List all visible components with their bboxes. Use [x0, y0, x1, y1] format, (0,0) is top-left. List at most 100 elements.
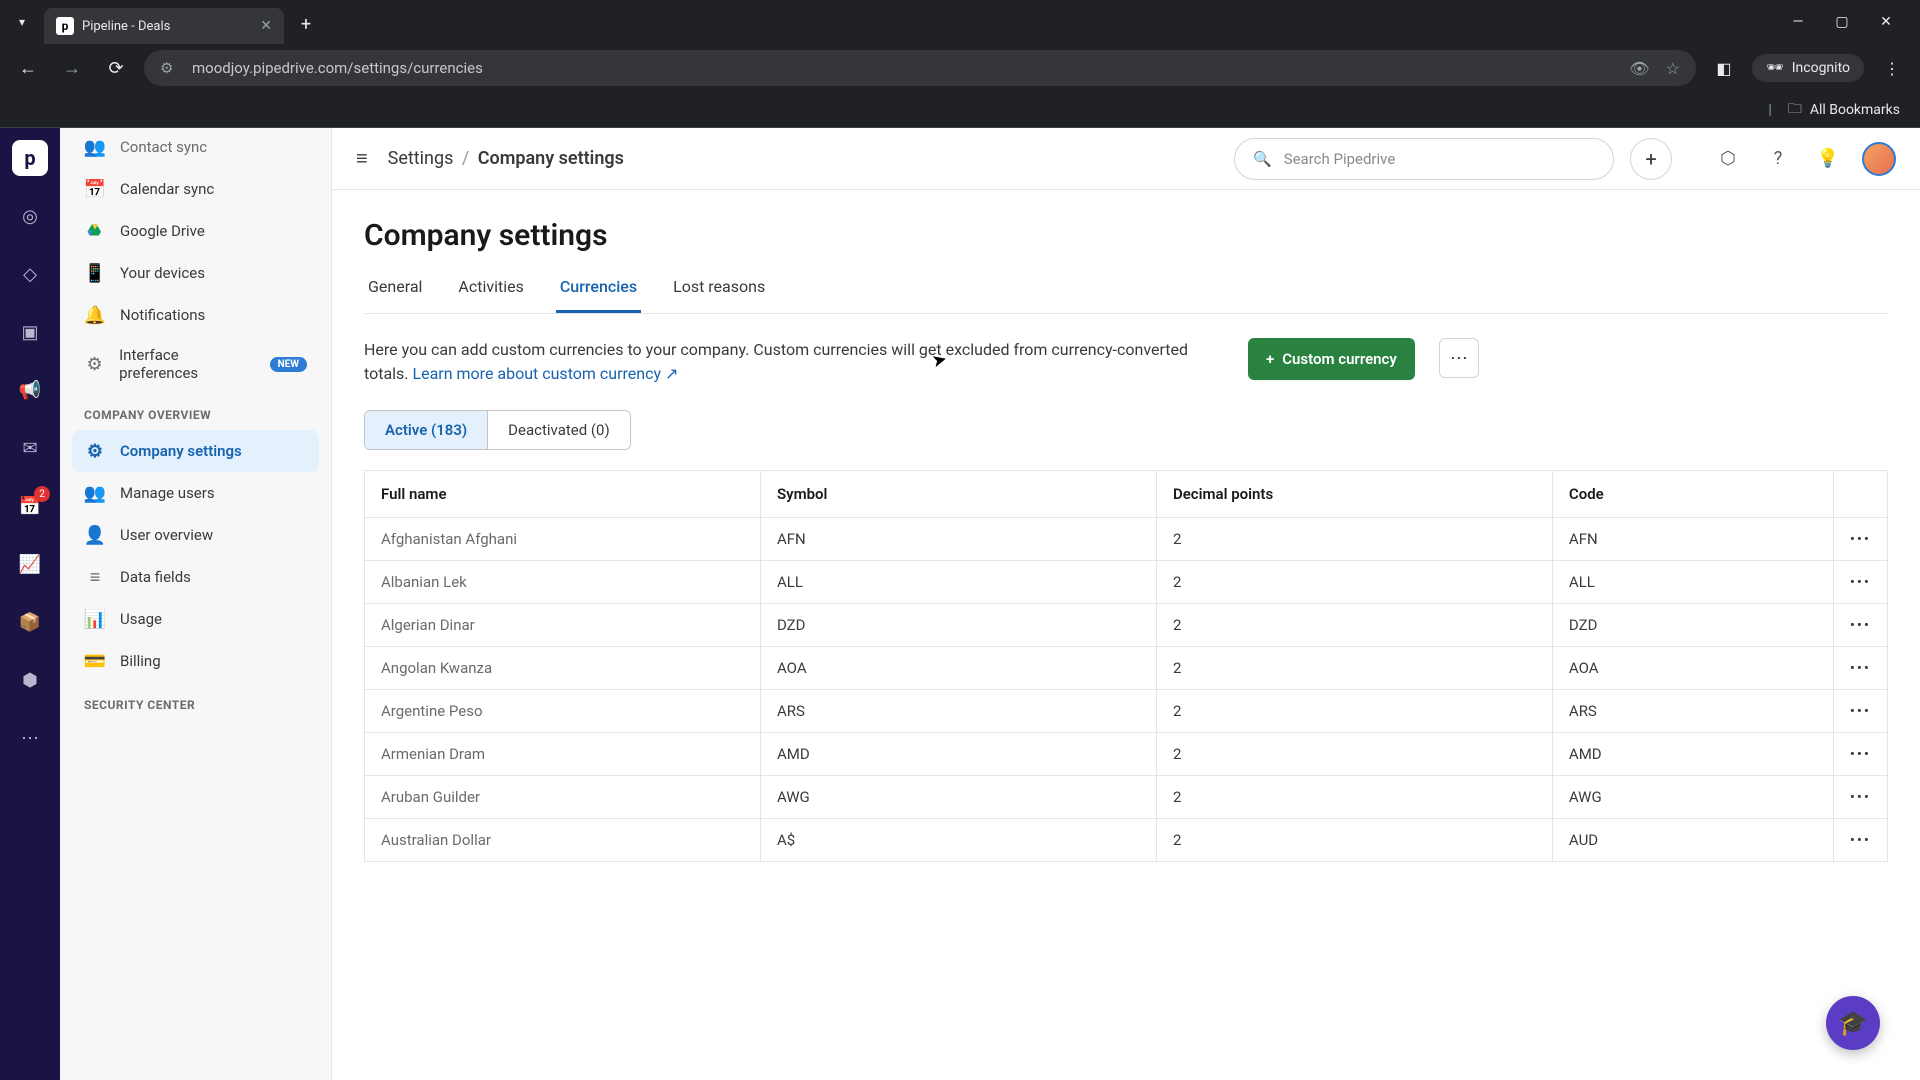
rail-activities-icon[interactable]: 📅2 — [12, 488, 48, 524]
reload-button[interactable]: ⟳ — [100, 52, 132, 84]
cell-decimals: 2 — [1156, 518, 1552, 561]
sidebar-item[interactable]: 👥Contact sync — [72, 136, 319, 168]
table-row[interactable]: Aruban GuilderAWG2AWG••• — [365, 776, 1888, 819]
more-options-button[interactable]: ⋯ — [1439, 338, 1479, 378]
table-row[interactable]: Argentine PesoARS2ARS••• — [365, 690, 1888, 733]
row-actions-button[interactable]: ••• — [1833, 604, 1887, 647]
minimize-button[interactable]: — — [1788, 14, 1808, 30]
academy-fab[interactable]: 🎓 — [1826, 996, 1880, 1050]
close-window-button[interactable]: ✕ — [1876, 14, 1896, 30]
tab-activities[interactable]: Activities — [454, 277, 527, 313]
site-settings-icon[interactable]: ⚙ — [160, 59, 180, 77]
forward-button[interactable]: → — [56, 52, 88, 84]
sidebar-item[interactable]: 📱Your devices — [72, 252, 319, 294]
nav-rail: p ◎ ◇ ▣ 📢 ✉ 📅2 📈 📦 ⬢ ⋯ — [0, 128, 60, 1080]
col-symbol[interactable]: Symbol — [760, 471, 1156, 518]
help-icon[interactable]: ? — [1762, 143, 1794, 175]
currencies-table: Full name Symbol Decimal points Code Afg… — [364, 470, 1888, 862]
incognito-indicator[interactable]: 🕶 Incognito — [1752, 54, 1864, 82]
tab-close-icon[interactable]: ✕ — [260, 18, 272, 34]
side-panel-button[interactable]: ◧ — [1708, 52, 1740, 84]
row-actions-button[interactable]: ••• — [1833, 561, 1887, 604]
settings-tabs: General Activities Currencies Lost reasons — [364, 277, 1888, 314]
row-actions-button[interactable]: ••• — [1833, 733, 1887, 776]
table-row[interactable]: Armenian DramAMD2AMD••• — [365, 733, 1888, 776]
cell-name: Afghanistan Afghani — [365, 518, 761, 561]
table-row[interactable]: Australian DollarA$2AUD••• — [365, 819, 1888, 862]
sidebar-item[interactable]: 💳Billing — [72, 640, 319, 682]
rail-more-icon[interactable]: ⋯ — [12, 720, 48, 756]
cell-decimals: 2 — [1156, 776, 1552, 819]
user-avatar[interactable] — [1862, 142, 1896, 176]
table-row[interactable]: Algerian DinarDZD2DZD••• — [365, 604, 1888, 647]
sidebar-item-icon: 👤 — [84, 524, 106, 546]
table-row[interactable]: Afghanistan AfghaniAFN2AFN••• — [365, 518, 1888, 561]
row-actions-button[interactable]: ••• — [1833, 647, 1887, 690]
settings-sidebar: 👥Contact sync📅Calendar syncGoogle Drive📱… — [60, 128, 332, 1080]
row-actions-button[interactable]: ••• — [1833, 776, 1887, 819]
learn-more-link[interactable]: Learn more about custom currency — [412, 364, 678, 383]
row-actions-button[interactable]: ••• — [1833, 518, 1887, 561]
rail-projects-icon[interactable]: ▣ — [12, 314, 48, 350]
sidebar-item[interactable]: 🔔Notifications — [72, 294, 319, 336]
browser-chrome: ▾ p Pipeline - Deals ✕ + — ▢ ✕ ← → ⟳ ⚙ m… — [0, 0, 1920, 128]
sidebar-item-label: User overview — [120, 526, 213, 544]
cell-code: AFN — [1552, 518, 1833, 561]
quick-add-button[interactable]: + — [1630, 138, 1672, 180]
sidebar-item-icon: 👥 — [84, 136, 106, 158]
seg-deactivated[interactable]: Deactivated (0) — [487, 411, 630, 449]
new-tab-button[interactable]: + — [292, 10, 320, 38]
sidebar-item[interactable]: ≡Data fields — [72, 556, 319, 598]
sidebar-item[interactable]: 📅Calendar sync — [72, 168, 319, 210]
back-button[interactable]: ← — [12, 52, 44, 84]
sidebar-item[interactable]: 📊Usage — [72, 598, 319, 640]
maximize-button[interactable]: ▢ — [1832, 14, 1852, 30]
table-row[interactable]: Angolan KwanzaAOA2AOA••• — [365, 647, 1888, 690]
table-row[interactable]: Albanian LekALL2ALL••• — [365, 561, 1888, 604]
collapse-sidebar-button[interactable]: ≡ — [356, 146, 368, 171]
cell-code: DZD — [1552, 604, 1833, 647]
tab-lost-reasons[interactable]: Lost reasons — [669, 277, 769, 313]
tab-bar: ▾ p Pipeline - Deals ✕ + — ▢ ✕ — [0, 0, 1920, 44]
rail-leads-icon[interactable]: ◎ — [12, 198, 48, 234]
extensions-icon[interactable]: ⬡ — [1712, 143, 1744, 175]
sidebar-item-icon: 📱 — [84, 262, 106, 284]
sidebar-section-overview: COMPANY OVERVIEW — [72, 392, 319, 430]
app-logo[interactable]: p — [12, 140, 48, 176]
col-code[interactable]: Code — [1552, 471, 1833, 518]
rail-campaigns-icon[interactable]: 📢 — [12, 372, 48, 408]
seg-active[interactable]: Active (183) — [365, 411, 487, 449]
sidebar-item-label: Data fields — [120, 568, 191, 586]
sidebar-item[interactable]: ⚙Company settings — [72, 430, 319, 472]
tab-general[interactable]: General — [364, 277, 426, 313]
breadcrumb-root[interactable]: Settings — [388, 148, 454, 169]
col-decimal-points[interactable]: Decimal points — [1156, 471, 1552, 518]
sidebar-item[interactable]: 👤 User overview — [72, 514, 319, 556]
custom-currency-button[interactable]: + Custom currency — [1248, 338, 1415, 380]
rail-mail-icon[interactable]: ✉ — [12, 430, 48, 466]
all-bookmarks-button[interactable]: All Bookmarks — [1810, 102, 1900, 118]
eye-off-icon[interactable]: 👁 — [1629, 59, 1649, 78]
sidebar-item[interactable]: 👥Manage users — [72, 472, 319, 514]
row-actions-button[interactable]: ••• — [1833, 819, 1887, 862]
tab-search-button[interactable]: ▾ — [8, 8, 36, 36]
sidebar-item-icon: 💳 — [84, 650, 106, 672]
main-area: ≡ Settings / Company settings 🔍 Search P… — [332, 128, 1920, 1080]
sidebar-item[interactable]: ⚙Interface preferencesNEW — [72, 336, 319, 392]
url-bar[interactable]: ⚙ moodjoy.pipedrive.com/settings/currenc… — [144, 50, 1696, 86]
col-full-name[interactable]: Full name — [365, 471, 761, 518]
global-search[interactable]: 🔍 Search Pipedrive — [1234, 138, 1614, 180]
row-actions-button[interactable]: ••• — [1833, 690, 1887, 733]
tab-currencies[interactable]: Currencies — [556, 277, 641, 313]
sidebar-item[interactable]: Google Drive — [72, 210, 319, 252]
rail-deals-icon[interactable]: ◇ — [12, 256, 48, 292]
url-actions: 👁 ☆ — [1629, 59, 1680, 78]
rail-marketplace-icon[interactable]: ⬢ — [12, 662, 48, 698]
cell-name: Albanian Lek — [365, 561, 761, 604]
rail-products-icon[interactable]: 📦 — [12, 604, 48, 640]
whats-new-icon[interactable]: 💡 — [1812, 143, 1844, 175]
browser-menu-button[interactable]: ⋮ — [1876, 52, 1908, 84]
bookmark-star-icon[interactable]: ☆ — [1666, 59, 1680, 78]
browser-tab[interactable]: p Pipeline - Deals ✕ — [44, 8, 284, 44]
rail-insights-icon[interactable]: 📈 — [12, 546, 48, 582]
